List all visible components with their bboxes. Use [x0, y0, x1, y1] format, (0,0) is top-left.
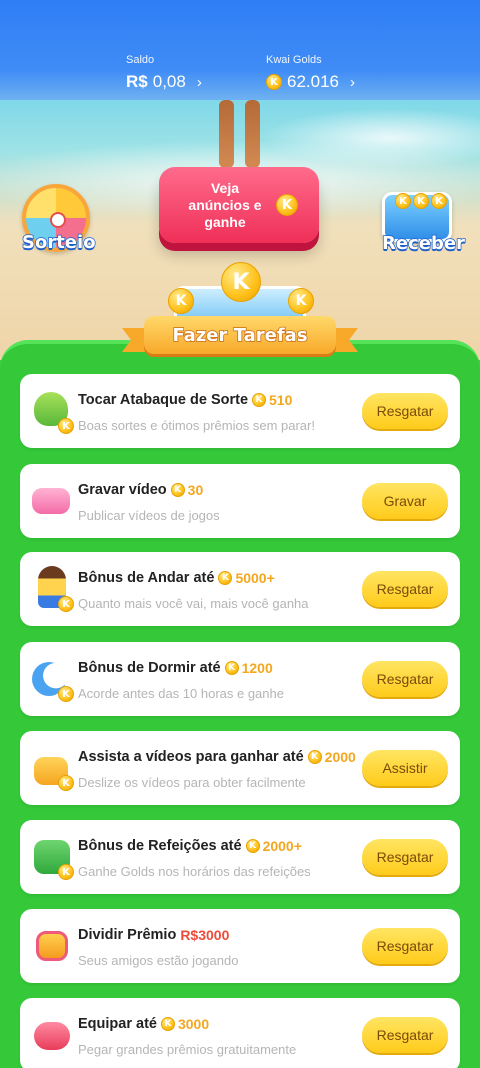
saldo-balance[interactable]: Saldo R$ 0,08 › [126, 54, 202, 92]
tasks-title: Fazer Tarefas [172, 324, 309, 347]
gravar-button[interactable]: Gravar [362, 483, 448, 519]
task-reward: 5000+ [235, 570, 275, 586]
k-coin-icon: K [170, 483, 185, 497]
task-title: Dividir Prêmio [78, 927, 177, 943]
golds-label: Kwai Golds [266, 54, 322, 66]
tasks-ribbon: Fazer Tarefas [144, 316, 336, 354]
assistir-button[interactable]: Assistir [362, 750, 448, 786]
task-card-andar: K Bônus de Andar até K 5000+ Quanto mais … [20, 552, 460, 626]
watch-ads-button[interactable]: Veja anúncios e ganhe K [159, 167, 319, 243]
gift-icon [30, 923, 76, 969]
chevron-right-icon: › [196, 73, 202, 91]
k-coin-icon: K [252, 393, 267, 407]
currency-symbol: R$ [126, 72, 148, 91]
task-description: Pegar grandes prêmios gratuitamente [78, 1042, 297, 1057]
camera-icon: K [30, 745, 76, 791]
calendar-icon: K [30, 834, 76, 880]
task-card-dividir-premio: Dividir Prêmio R$3000 Seus amigos estão … [20, 909, 460, 983]
task-description: Ganhe Golds nos horários das refeições [78, 864, 311, 879]
k-coin-icon: K [276, 194, 298, 216]
task-reward: 30 [187, 482, 204, 498]
task-description: Seus amigos estão jogando [78, 953, 239, 968]
k-coin-icon: K [245, 839, 260, 853]
k-coin-icon: K [395, 193, 411, 209]
task-reward: 2000+ [262, 838, 302, 854]
k-coin-icon: K [288, 288, 314, 314]
k-coin-icon: K [168, 288, 194, 314]
k-coin-icon: K [431, 193, 447, 209]
resgatar-button[interactable]: Resgatar [362, 661, 448, 697]
task-title: Tocar Atabaque de Sorte [78, 392, 249, 408]
sorteio-label[interactable]: Sorteio [21, 231, 96, 254]
saldo-value: 0,08 [152, 72, 186, 91]
resgatar-button[interactable]: Resgatar [362, 393, 448, 429]
task-title: Bônus de Refeições até [78, 838, 242, 854]
boxing-glove-icon [30, 1012, 76, 1058]
task-description: Publicar vídeos de jogos [78, 508, 220, 523]
k-coin-icon: K [266, 74, 282, 90]
golds-value: 62.016 [287, 72, 339, 91]
saldo-label: Saldo [126, 54, 155, 66]
task-reward: R$3000 [180, 927, 230, 943]
task-card-equipar: Equipar até K 3000 Pegar grandes prêmios … [20, 998, 460, 1068]
resgatar-button[interactable]: Resgatar [362, 928, 448, 964]
top-header: Saldo R$ 0,08 › Kwai Golds K 62.016 › [0, 0, 480, 100]
chevron-right-icon: › [350, 73, 355, 91]
k-coin-icon: K [307, 750, 322, 764]
walking-person-icon: K [30, 566, 76, 612]
task-card-gravar-video: Gravar vídeo K 30 Publicar vídeos de jogo… [20, 464, 460, 538]
task-reward: 2000 [324, 749, 356, 765]
task-title: Bônus de Andar até [78, 570, 215, 586]
task-card-refeicoes: K Bônus de Refeições até K 2000+ Ganhe Go… [20, 820, 460, 894]
task-title: Gravar vídeo [78, 482, 167, 498]
k-coin-icon: K [413, 193, 429, 209]
task-title: Bônus de Dormir até [78, 660, 221, 676]
k-coin-icon: K [224, 661, 239, 675]
drum-icon: K [30, 388, 76, 434]
character-legs [205, 100, 275, 170]
tasks-banner: K K K Fazer Tarefas [118, 258, 362, 358]
video-record-icon [30, 478, 76, 524]
task-reward: 1200 [241, 660, 273, 676]
k-coin-icon: K [218, 571, 233, 585]
k-coin-icon: K [221, 262, 261, 302]
task-card-dormir: K Bônus de Dormir até K 1200 Acorde antes… [20, 642, 460, 716]
kwai-golds-balance[interactable]: Kwai Golds K 62.016 › [266, 54, 355, 92]
task-reward: 510 [269, 392, 293, 408]
task-card-assistir: K Assista a vídeos para ganhar até K 2000… [20, 731, 460, 805]
resgatar-button[interactable]: Resgatar [362, 839, 448, 875]
task-reward: 3000 [177, 1016, 210, 1032]
resgatar-button[interactable]: Resgatar [362, 571, 448, 607]
task-description: Acorde antes das 10 horas e ganhe [78, 686, 284, 701]
task-description: Boas sortes e ótimos prêmios sem parar! [78, 418, 315, 433]
task-description: Quanto mais você vai, mais você ganha [78, 596, 309, 611]
task-card-atabaque: K Tocar Atabaque de Sorte K 510 Boas sort… [20, 374, 460, 448]
k-coin-icon: K [160, 1017, 175, 1031]
watch-ads-label: Veja anúncios e ganhe [188, 179, 262, 230]
task-title: Assista a vídeos para ganhar até [78, 749, 304, 765]
receber-label[interactable]: Receber [381, 232, 465, 255]
resgatar-button[interactable]: Resgatar [362, 1017, 448, 1053]
task-title: Equipar até [78, 1016, 157, 1032]
task-description: Deslize os vídeos para obter facilmente [78, 775, 306, 790]
moon-icon: K [30, 656, 76, 702]
